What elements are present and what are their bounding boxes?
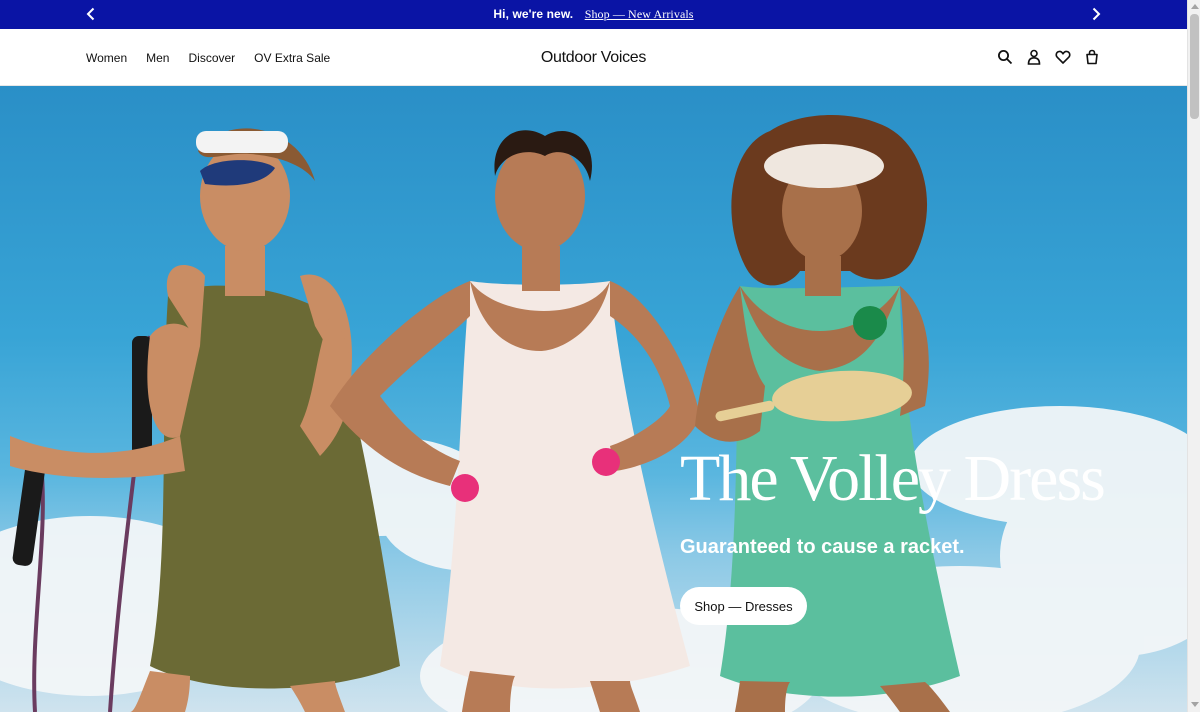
nav-item-discover[interactable]: Discover — [188, 51, 235, 65]
brand-logo[interactable]: Outdoor Voices — [541, 49, 647, 67]
nav-item-men[interactable]: Men — [146, 51, 169, 65]
nav-item-ov-extra-sale[interactable]: OV Extra Sale — [254, 51, 330, 65]
announcement-link[interactable]: Shop — New Arrivals — [585, 7, 694, 21]
announcement-intro: Hi, we're new. — [493, 7, 574, 21]
account-icon[interactable] — [1025, 47, 1043, 67]
announcement-message: Hi, we're new. Shop — New Arrivals — [493, 7, 693, 22]
scrollbar-thumb[interactable] — [1190, 14, 1199, 119]
announcement-bar: Hi, we're new. Shop — New Arrivals — [0, 0, 1187, 29]
shop-dresses-button[interactable]: Shop — Dresses — [680, 587, 807, 625]
scroll-up-icon[interactable] — [1191, 4, 1199, 9]
hero-image — [0, 114, 1187, 712]
header-actions — [996, 47, 1101, 67]
chevron-right-icon[interactable] — [1088, 6, 1104, 22]
search-icon[interactable] — [996, 47, 1014, 67]
site-header: Women Men Discover OV Extra Sale Outdoor… — [0, 29, 1187, 86]
hero-banner[interactable]: The Volley Dress Guaranteed to cause a r… — [0, 86, 1187, 712]
nav-item-women[interactable]: Women — [86, 51, 127, 65]
wishlist-icon[interactable] — [1054, 47, 1072, 67]
page-scrollbar[interactable] — [1187, 0, 1200, 712]
scroll-down-icon[interactable] — [1191, 702, 1199, 707]
bag-icon[interactable] — [1083, 47, 1101, 67]
chevron-left-icon[interactable] — [83, 6, 99, 22]
hero-subtitle: Guaranteed to cause a racket. — [680, 536, 965, 558]
hero-title: The Volley Dress — [680, 442, 1106, 515]
primary-nav: Women Men Discover OV Extra Sale — [86, 29, 330, 86]
